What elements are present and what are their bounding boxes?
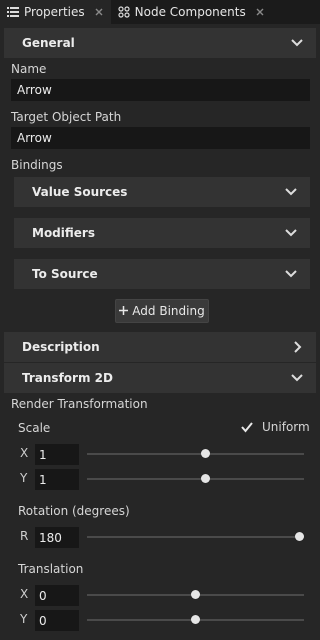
section-general[interactable]: General xyxy=(4,28,316,58)
components-icon xyxy=(117,5,131,19)
translation-y-input[interactable]: 0 xyxy=(35,610,79,631)
rotation-label: Rotation (degrees) xyxy=(18,504,130,518)
scale-y-input[interactable]: 1 xyxy=(35,469,79,490)
scale-label: Scale xyxy=(18,421,51,435)
scale-x-axis-label: X xyxy=(20,446,29,460)
section-title: General xyxy=(22,36,75,50)
rotation-slider-thumb[interactable] xyxy=(295,532,304,541)
scale-x-slider-track[interactable] xyxy=(87,453,304,455)
add-binding-label: Add Binding xyxy=(132,304,205,318)
tab-bar: Properties Node Components xyxy=(0,0,320,24)
scale-x-input[interactable]: 1 xyxy=(35,444,79,465)
sub-header-title: To Source xyxy=(32,267,98,281)
tab-properties[interactable]: Properties xyxy=(0,0,111,24)
scale-y-axis-label: Y xyxy=(20,471,28,485)
bindings-label: Bindings xyxy=(11,158,63,172)
uniform-checkbox[interactable] xyxy=(240,420,254,434)
translation-x-slider-thumb[interactable] xyxy=(191,590,200,599)
sub-header-title: Value Sources xyxy=(32,185,128,199)
section-title: Description xyxy=(22,340,100,354)
rotation-input[interactable]: 180 xyxy=(35,527,79,548)
chevron-down-icon xyxy=(285,229,297,237)
rotation-axis-label: R xyxy=(20,529,29,543)
sub-header-title: Modifiers xyxy=(32,226,95,240)
render-transformation-label: Render Transformation xyxy=(11,397,148,411)
section-transform-2d[interactable]: Transform 2D xyxy=(4,363,316,393)
tab-label: Properties xyxy=(24,5,85,19)
translation-y-slider-thumb[interactable] xyxy=(191,615,200,624)
uniform-label: Uniform xyxy=(262,420,310,434)
list-icon xyxy=(6,5,20,19)
section-description[interactable]: Description xyxy=(4,332,316,362)
scale-x-slider-thumb[interactable] xyxy=(201,449,211,458)
close-icon[interactable] xyxy=(254,6,266,18)
modifiers-header[interactable]: Modifiers xyxy=(14,218,310,248)
chevron-down-icon xyxy=(285,270,297,278)
section-title: Transform 2D xyxy=(22,371,113,385)
value-sources-header[interactable]: Value Sources xyxy=(14,177,310,207)
translation-x-axis-label: X xyxy=(20,587,29,601)
name-field[interactable]: Arrow xyxy=(11,79,310,101)
translation-x-input[interactable]: 0 xyxy=(35,585,79,606)
scale-y-slider-thumb[interactable] xyxy=(201,474,211,483)
plus-icon xyxy=(119,304,129,318)
chevron-down-icon xyxy=(285,188,297,196)
chevron-down-icon xyxy=(291,39,303,47)
chevron-down-icon xyxy=(291,374,303,382)
target-object-path-label: Target Object Path xyxy=(11,110,122,124)
close-icon[interactable] xyxy=(93,6,105,18)
tab-node-components[interactable]: Node Components xyxy=(111,0,272,24)
to-source-header[interactable]: To Source xyxy=(14,259,310,289)
translation-label: Translation xyxy=(18,562,84,576)
translation-y-axis-label: Y xyxy=(20,612,28,626)
scale-y-slider-track[interactable] xyxy=(87,478,304,480)
chevron-right-icon xyxy=(294,341,302,353)
tab-label: Node Components xyxy=(134,5,246,19)
rotation-slider-track[interactable] xyxy=(87,536,304,538)
target-object-path-field[interactable]: Arrow xyxy=(11,127,310,149)
name-label: Name xyxy=(11,62,47,76)
add-binding-button[interactable]: Add Binding xyxy=(115,299,209,323)
